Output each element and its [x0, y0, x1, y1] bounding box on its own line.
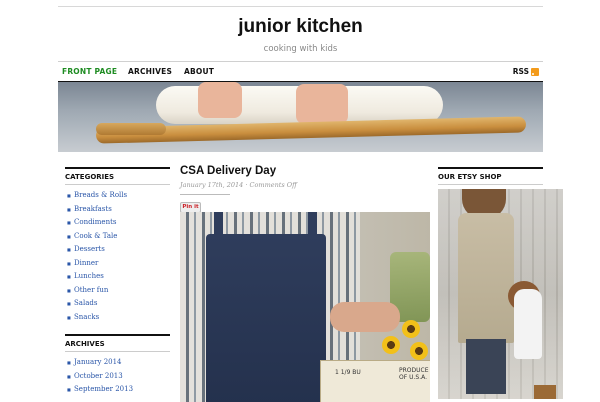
header-banner-image	[58, 82, 543, 152]
right-hand	[296, 84, 348, 124]
post-image[interactable]: 1 1/9 BU PRODUCE OF U.S.A.	[180, 212, 430, 402]
navy-apron	[206, 234, 326, 402]
sunflower	[410, 342, 428, 360]
category-link[interactable]: Breads & Rolls	[65, 189, 170, 203]
rss-label: RSS	[512, 67, 529, 76]
child	[514, 289, 542, 359]
right-sidebar: OUR ETSY SHOP	[438, 167, 563, 399]
rolling-pin-handle	[96, 123, 166, 135]
category-link[interactable]: Dinner	[65, 257, 170, 271]
jeans	[466, 339, 506, 394]
box-label: 1 1/9 BU	[335, 369, 361, 376]
post-title[interactable]: CSA Delivery Day	[180, 165, 430, 177]
categories-list: Breads & Rolls Breakfasts Condiments Coo…	[65, 189, 170, 324]
sunflower	[382, 336, 400, 354]
etsy-shop-heading: OUR ETSY SHOP	[438, 167, 543, 185]
archives-list: January 2014 October 2013 September 2013	[65, 356, 170, 397]
sunflower	[402, 320, 420, 338]
category-link[interactable]: Breakfasts	[65, 203, 170, 217]
archives-widget: ARCHIVES January 2014 October 2013 Septe…	[65, 334, 170, 397]
category-link[interactable]: Salads	[65, 297, 170, 311]
nav-front-page[interactable]: FRONT PAGE	[62, 67, 117, 76]
rss-link[interactable]: RSS	[513, 67, 539, 76]
archives-heading: ARCHIVES	[65, 334, 170, 352]
nav-about[interactable]: ABOUT	[184, 67, 214, 76]
post-meta: January 17th, 2014 · Comments Off	[180, 181, 297, 195]
category-link[interactable]: Desserts	[65, 243, 170, 257]
produce-box: 1 1/9 BU PRODUCE OF U.S.A.	[320, 360, 430, 402]
category-link[interactable]: Cook & Tale	[65, 230, 170, 244]
site-title[interactable]: junior kitchen	[58, 16, 543, 38]
archive-link[interactable]: January 2014	[65, 356, 170, 370]
category-link[interactable]: Lunches	[65, 270, 170, 284]
linen-apron	[458, 213, 514, 343]
archive-link[interactable]: October 2013	[65, 370, 170, 384]
left-sidebar: CATEGORIES Breads & Rolls Breakfasts Con…	[65, 167, 170, 397]
left-hand	[198, 82, 242, 118]
category-link[interactable]: Snacks	[65, 311, 170, 325]
category-link[interactable]: Condiments	[65, 216, 170, 230]
top-divider	[58, 6, 543, 7]
archive-link[interactable]: September 2013	[65, 383, 170, 397]
site-tagline: cooking with kids	[263, 44, 338, 54]
nav-archives[interactable]: ARCHIVES	[128, 67, 172, 76]
box-label: PRODUCE OF U.S.A.	[399, 367, 429, 381]
boots	[534, 385, 556, 399]
main-content: CSA Delivery Day January 17th, 2014 · Co…	[180, 165, 430, 402]
main-navigation: FRONT PAGE ARCHIVES ABOUT RSS	[58, 61, 543, 83]
etsy-shop-image[interactable]	[438, 189, 563, 399]
category-link[interactable]: Other fun	[65, 284, 170, 298]
categories-heading: CATEGORIES	[65, 167, 170, 185]
sunflowers	[380, 310, 430, 366]
rss-feed-icon	[531, 67, 539, 76]
page-container: junior kitchen cooking with kids FRONT P…	[58, 0, 563, 402]
